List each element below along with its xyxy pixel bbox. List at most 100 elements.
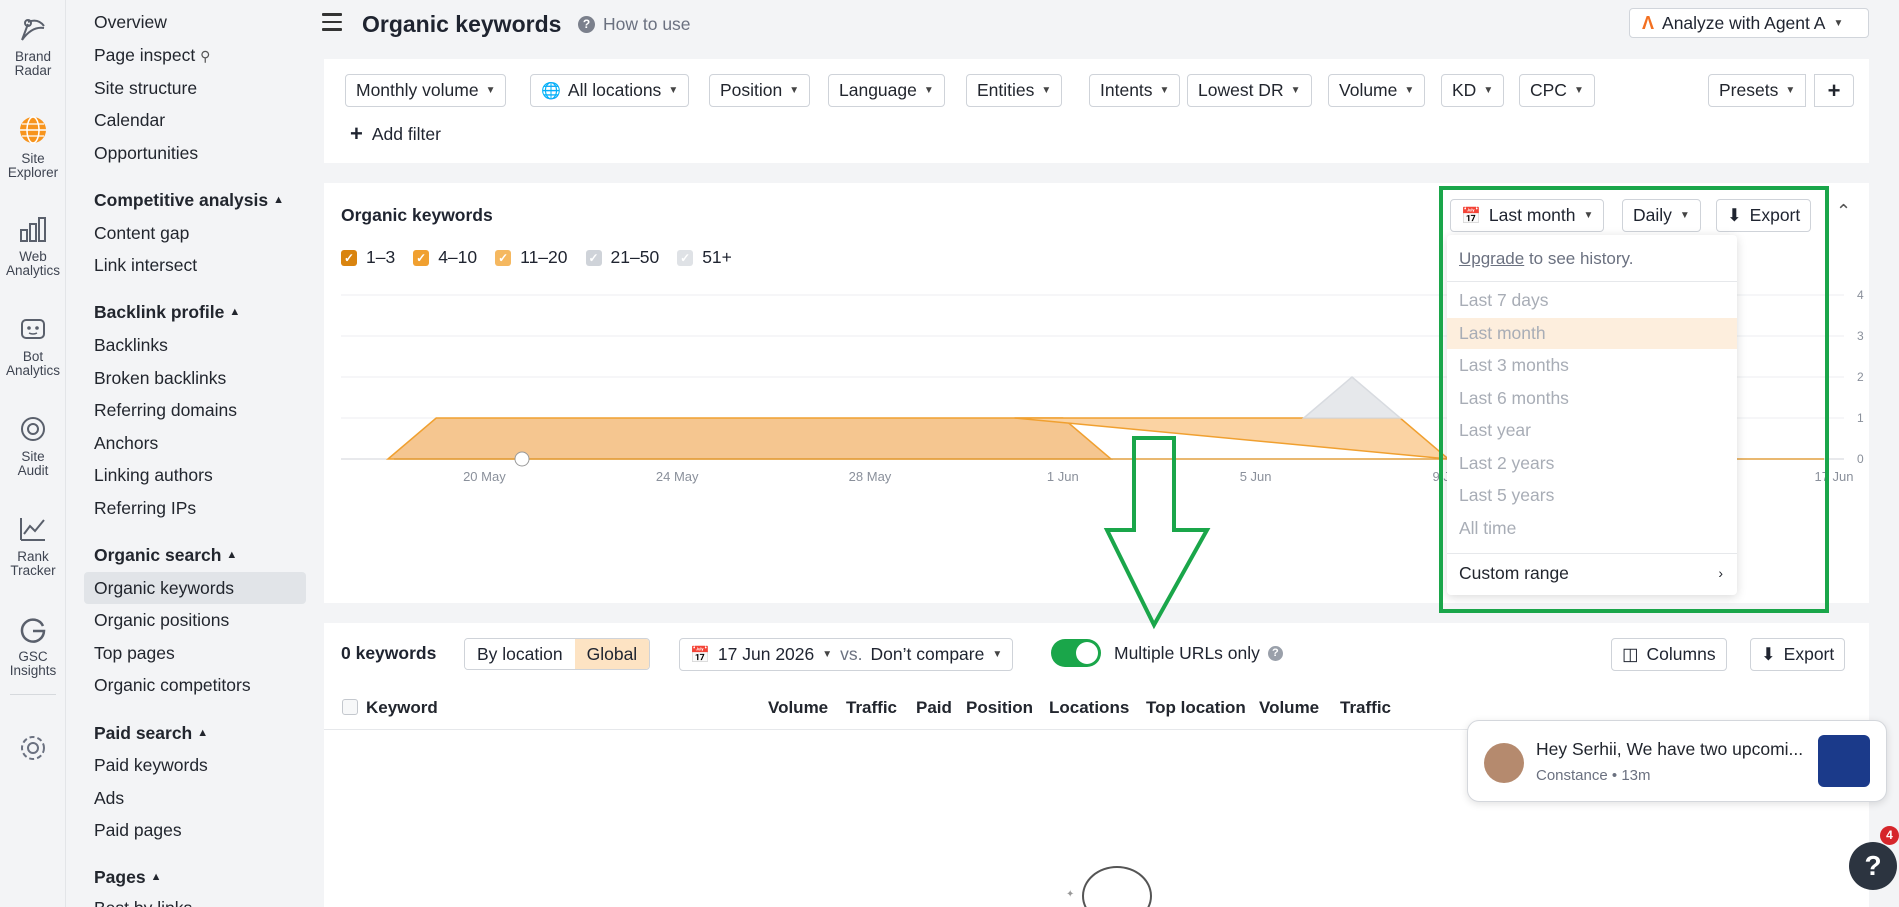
help-circle-icon[interactable]: ?: [1267, 646, 1283, 661]
upgrade-link[interactable]: Upgrade: [1459, 249, 1524, 268]
col-paid[interactable]: Paid: [916, 698, 952, 718]
plus-icon: +: [350, 121, 363, 146]
table-export-button[interactable]: ⬇ Export: [1750, 638, 1846, 671]
filter-label: All locations: [567, 80, 662, 100]
filter-position[interactable]: Position ▼: [709, 74, 811, 107]
option-last-month[interactable]: Last month: [1447, 318, 1737, 349]
chat-notification[interactable]: Hey Serhii, We have two upcomi... Consta…: [1467, 720, 1887, 802]
col-traffic-2[interactable]: Traffic: [1340, 698, 1391, 718]
interval-button[interactable]: Daily ▼: [1622, 199, 1701, 232]
x-tick-label: 17 Jun: [1814, 469, 1853, 484]
nav-referring-domains[interactable]: Referring domains: [94, 400, 237, 421]
rail-gsc-insights[interactable]: GSC Insights: [0, 614, 66, 678]
option-last-7-days[interactable]: Last 7 days: [1447, 285, 1737, 316]
nav-anchors[interactable]: Anchors: [94, 433, 158, 454]
nav-overview[interactable]: Overview: [94, 12, 167, 33]
nav-paid-keywords[interactable]: Paid keywords: [94, 755, 208, 776]
filter-cpc[interactable]: CPC ▼: [1519, 74, 1595, 107]
period-button[interactable]: 📅 Last month ▼: [1450, 199, 1605, 232]
rail-web-analytics[interactable]: Web Analytics: [0, 214, 66, 278]
option-last-3-months[interactable]: Last 3 months: [1447, 350, 1737, 381]
nav-organic-competitors[interactable]: Organic competitors: [94, 675, 251, 696]
nav-referring-ips[interactable]: Referring IPs: [94, 498, 196, 519]
nav-backlinks[interactable]: Backlinks: [94, 335, 168, 356]
col-top-location[interactable]: Top location: [1146, 698, 1246, 718]
col-volume[interactable]: Volume: [768, 698, 828, 718]
nav-link-intersect[interactable]: Link intersect: [94, 255, 197, 276]
rail-site-audit[interactable]: Site Audit: [0, 414, 66, 478]
option-all-time[interactable]: All time: [1447, 513, 1737, 544]
col-traffic[interactable]: Traffic: [846, 698, 897, 718]
section-organic-search[interactable]: Organic search ▲: [94, 545, 237, 566]
nav-page-inspect[interactable]: Page inspect ⚲: [94, 45, 210, 66]
rail-label-site-explorer: Site Explorer: [7, 151, 59, 180]
nav-linking-authors[interactable]: Linking authors: [94, 465, 213, 486]
filter-monthly-volume[interactable]: Monthly volume ▼: [345, 74, 507, 107]
chart-export-button[interactable]: ⬇ Export: [1716, 199, 1812, 232]
filter-volume[interactable]: Volume ▼: [1328, 74, 1426, 107]
col-volume-2[interactable]: Volume: [1259, 698, 1319, 718]
nav-calendar[interactable]: Calendar: [94, 110, 165, 131]
nav-top-pages[interactable]: Top pages: [94, 643, 175, 664]
presets-button[interactable]: Presets ▼: [1708, 74, 1807, 107]
filter-label: CPC: [1530, 80, 1567, 100]
section-paid-search[interactable]: Paid search ▲: [94, 723, 208, 744]
section-pages[interactable]: Pages ▲: [94, 867, 161, 888]
nav-site-structure[interactable]: Site structure: [94, 78, 197, 99]
rail-label-bot-analytics: Bot Analytics: [5, 349, 61, 378]
chevron-down-icon: ▼: [1290, 85, 1301, 96]
notification-time: 13m: [1621, 767, 1651, 784]
date-compare-button[interactable]: 📅 17 Jun 2026 ▼ vs. Don’t compare ▼: [679, 638, 1014, 671]
option-last-6-months[interactable]: Last 6 months: [1447, 383, 1737, 414]
nav-organic-positions[interactable]: Organic positions: [94, 610, 229, 631]
section-competitive-analysis[interactable]: Competitive analysis ▲: [94, 190, 284, 211]
option-custom-range[interactable]: Custom range ›: [1447, 558, 1737, 589]
nav-ads[interactable]: Ads: [94, 788, 124, 809]
scope-by-location[interactable]: By location: [465, 639, 575, 669]
col-position[interactable]: Position: [966, 698, 1033, 718]
keywords-count: 0 keywords: [341, 643, 437, 663]
col-keyword[interactable]: Keyword: [366, 698, 438, 718]
filter-locations[interactable]: 🌐 All locations ▼: [530, 74, 690, 107]
select-all-checkbox[interactable]: [342, 699, 358, 715]
analyze-agent-button[interactable]: Λ Analyze with Agent A ▼: [1629, 8, 1869, 38]
filter-language[interactable]: Language ▼: [828, 74, 945, 107]
google-update-marker[interactable]: [514, 451, 530, 467]
plus-icon: +: [1827, 77, 1841, 103]
scope-toggle: By location Global: [464, 638, 651, 670]
settings-button[interactable]: [0, 733, 66, 769]
nav-best-by-links[interactable]: Best by links: [94, 898, 192, 907]
rail-rank-tracker[interactable]: Rank Tracker: [0, 514, 66, 578]
option-last-5-years[interactable]: Last 5 years: [1447, 480, 1737, 511]
scope-global[interactable]: Global: [574, 639, 650, 669]
section-backlink-profile[interactable]: Backlink profile ▲: [94, 302, 240, 323]
help-chat-button[interactable]: ?: [1849, 842, 1897, 890]
multiple-urls-toggle[interactable]: [1051, 639, 1101, 667]
multiple-urls-text: Multiple URLs only: [1114, 643, 1260, 663]
nav-broken-backlinks[interactable]: Broken backlinks: [94, 368, 226, 389]
option-last-year[interactable]: Last year: [1447, 415, 1737, 446]
collapse-chevron-icon[interactable]: ⌃: [1836, 201, 1851, 222]
add-filter-button[interactable]: + Add filter: [350, 121, 441, 147]
filter-lowest-dr[interactable]: Lowest DR ▼: [1187, 74, 1312, 107]
search-icon: ⚲: [200, 48, 211, 64]
how-to-use-link[interactable]: ? How to use: [578, 14, 691, 35]
add-preset-button[interactable]: +: [1814, 74, 1854, 107]
filter-entities[interactable]: Entities ▼: [966, 74, 1063, 107]
col-locations[interactable]: Locations: [1049, 698, 1129, 718]
columns-button[interactable]: ◫ Columns: [1611, 638, 1727, 671]
filter-kd[interactable]: KD ▼: [1441, 74, 1505, 107]
sparkle-icon: ✦: [1066, 889, 1075, 900]
rail-bot-analytics[interactable]: Bot Analytics: [0, 314, 66, 378]
filter-intents[interactable]: Intents ▼: [1089, 74, 1181, 107]
option-last-2-years[interactable]: Last 2 years: [1447, 448, 1737, 479]
nav-organic-keywords[interactable]: Organic keywords: [94, 578, 234, 599]
nav-content-gap[interactable]: Content gap: [94, 223, 189, 244]
rail-site-explorer[interactable]: Site Explorer: [0, 114, 66, 180]
nav-page-inspect-label: Page inspect: [94, 45, 196, 65]
menu-icon[interactable]: [322, 13, 342, 31]
rail-brand-radar[interactable]: Brand Radar: [0, 14, 66, 78]
nav-opportunities[interactable]: Opportunities: [94, 143, 198, 164]
nav-paid-pages[interactable]: Paid pages: [94, 820, 182, 841]
chevron-right-icon: ›: [1718, 565, 1723, 581]
